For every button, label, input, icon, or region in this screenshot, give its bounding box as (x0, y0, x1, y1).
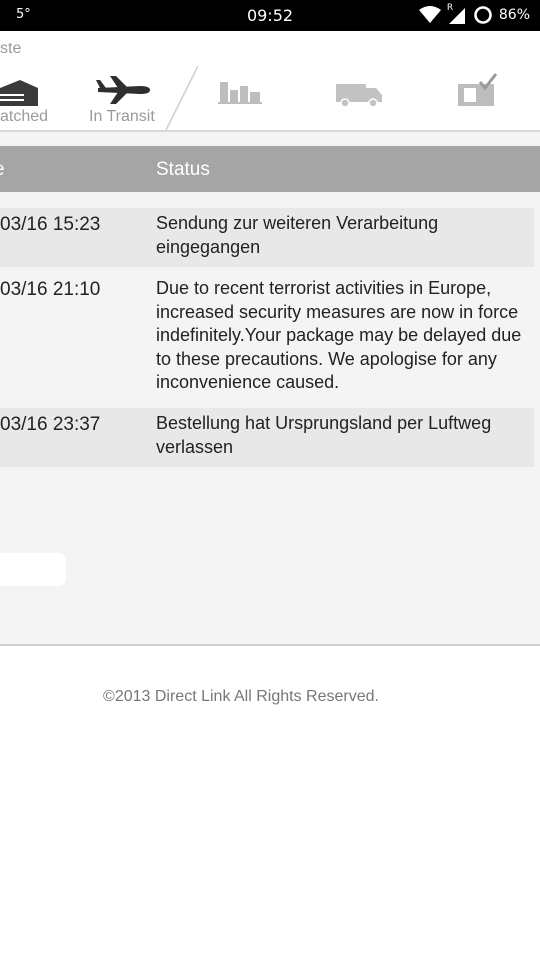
row-status: Bestellung hat Ursprungsland per Luftweg… (156, 413, 492, 457)
airplane-icon (96, 76, 150, 104)
customs-icon (218, 82, 262, 104)
table-row: 03/16 15:23 Sendung zur weiteren Verarbe… (0, 208, 534, 267)
tracking-history: e Status 03/16 15:23 Sendung zur weitere… (0, 132, 540, 646)
date-column-header: e (0, 159, 5, 181)
cell-signal-icon: R (446, 3, 467, 24)
battery-ring-icon (474, 6, 492, 24)
step-out-for-delivery[interactable] (334, 64, 384, 130)
input-box[interactable] (0, 553, 66, 586)
battery-percent: 86% (498, 7, 530, 23)
step-dispatched-label: atched (0, 108, 49, 125)
url-text: ste (0, 40, 22, 57)
warehouse-icon (0, 80, 38, 106)
wifi-icon (418, 6, 441, 23)
row-date: 03/16 15:23 (0, 214, 101, 235)
delivery-truck-icon (336, 84, 382, 108)
table-row: 03/16 21:10 Due to recent terrorist acti… (0, 273, 534, 397)
table-row: 03/16 23:37 Bestellung hat Ursprungsland… (0, 408, 534, 467)
status-icons: R 86% (418, 3, 530, 25)
step-in-transit[interactable]: In Transit (86, 64, 164, 130)
step-customs[interactable] (216, 64, 266, 130)
row-date: 03/16 23:37 (0, 414, 101, 435)
step-in-transit-label: In Transit (89, 108, 155, 125)
roaming-indicator: R (446, 3, 454, 13)
url-bar[interactable]: ste (0, 31, 540, 65)
tracking-progress-nav: atched In Transit (0, 64, 540, 132)
step-delivered[interactable] (456, 64, 502, 130)
copyright-text: ©2013 Direct Link All Rights Reserved. (103, 688, 379, 705)
table-header: e Status (0, 146, 540, 192)
row-status: Sendung zur weiteren Verarbeitung eingeg… (156, 213, 439, 257)
progress-divider (165, 66, 199, 130)
status-column-header: Status (156, 159, 210, 180)
row-date: 03/16 21:10 (0, 279, 101, 300)
delivered-package-icon (458, 73, 498, 106)
row-status: Due to recent terrorist activities in Eu… (156, 278, 522, 392)
footer: ©2013 Direct Link All Rights Reserved. (0, 688, 540, 706)
status-bar: 5° 09:52 R 86% (0, 0, 540, 31)
step-dispatched[interactable]: atched (0, 64, 70, 130)
